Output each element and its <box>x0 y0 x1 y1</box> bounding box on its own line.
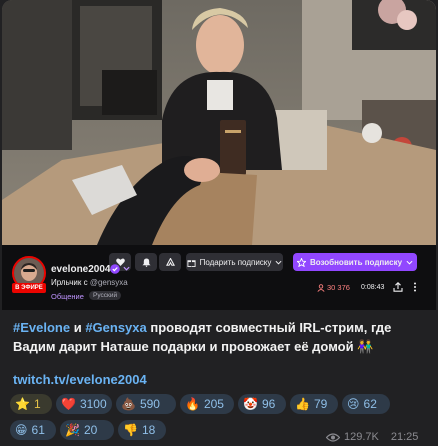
post-time: 21:25 <box>390 431 419 443</box>
post-meta: 129.7K 21:25 <box>326 431 418 443</box>
stream-preview-image[interactable]: Подарить подписку Возобновить подписку В… <box>2 0 436 310</box>
reaction-count: 3100 <box>79 397 107 411</box>
viewers-person-icon <box>317 283 325 292</box>
grin-reaction-icon: 😁 <box>15 423 28 437</box>
reaction-count: 590 <box>139 397 160 411</box>
reaction-clown[interactable]: 🤡 96 <box>238 394 286 414</box>
notifications-button[interactable] <box>135 253 157 271</box>
thumbs-down-reaction-icon: 👎 <box>123 423 138 437</box>
stream-tag[interactable]: Русский <box>89 291 122 300</box>
gift-toggle-button[interactable] <box>159 253 181 271</box>
fire-reaction-icon: 🔥 <box>185 397 200 411</box>
reaction-fire[interactable]: 🔥 205 <box>180 394 234 414</box>
heart-reaction-icon: ❤️ <box>61 397 76 411</box>
stream-title-handle[interactable]: @gensyxa <box>90 278 128 287</box>
twitch-prime-icon <box>165 257 175 266</box>
reaction-count: 18 <box>141 423 156 437</box>
poop-reaction-icon: 💩 <box>121 397 136 411</box>
stream-title-text: Ирльчик с <box>51 278 88 287</box>
reaction-thumbs-down[interactable]: 👎 18 <box>118 420 166 440</box>
hashtag-gensyxa[interactable]: #Gensyxa <box>85 320 146 335</box>
gift-subscription-label: Подарить подписку <box>199 257 272 267</box>
party-popper-reaction-icon: 🎉 <box>65 423 80 437</box>
resubscribe-label: Возобновить подписку <box>309 257 403 267</box>
reaction-party[interactable]: 🎉 20 <box>60 420 114 440</box>
reaction-heart[interactable]: ❤️ 3100 <box>56 394 112 414</box>
chevron-down-icon <box>275 260 282 265</box>
clown-reaction-icon: 🤡 <box>243 397 258 411</box>
reaction-count: 96 <box>261 397 276 411</box>
thumbs-up-reaction-icon: 👍 <box>295 397 310 411</box>
reaction-star[interactable]: ⭐ 1 <box>10 394 52 414</box>
chevron-down-icon[interactable] <box>123 266 130 271</box>
crying-reaction-icon: 😢 <box>347 397 360 411</box>
reaction-count: 1 <box>33 397 41 411</box>
viewer-count: 30 376 <box>317 283 350 292</box>
gift-icon <box>187 259 196 267</box>
post-text: #Evelone и #Gensyxa проводят совместный … <box>13 318 425 356</box>
bell-icon <box>141 257 151 267</box>
stream-category[interactable]: Общение <box>51 292 84 301</box>
star-reaction-icon: ⭐ <box>15 397 30 411</box>
star-icon <box>296 257 306 267</box>
live-badge: В ЭФИРЕ <box>12 283 46 293</box>
hashtag-evelone[interactable]: #Evelone <box>13 320 70 335</box>
reaction-thumbs-up[interactable]: 👍 79 <box>290 394 338 414</box>
gift-subscription-button[interactable]: Подарить подписку <box>186 253 283 271</box>
share-icon[interactable] <box>393 282 403 292</box>
more-options-icon[interactable] <box>410 282 420 292</box>
post-text-conjunction: и <box>70 320 86 335</box>
reaction-count: 205 <box>203 397 224 411</box>
stream-title: Ирльчик с @gensyxa <box>51 278 128 287</box>
reaction-count: 61 <box>31 423 45 437</box>
reaction-poop[interactable]: 💩 590 <box>116 394 176 414</box>
reaction-grin[interactable]: 😁 61 <box>10 420 56 440</box>
verified-badge-icon <box>110 264 120 274</box>
stream-uptime: 0:08:43 <box>361 284 385 291</box>
channel-name[interactable]: evelone2004 <box>51 264 111 275</box>
resubscribe-button[interactable]: Возобновить подписку <box>293 253 417 271</box>
stream-scene-illustration <box>2 0 436 245</box>
stream-video-frame <box>2 0 436 245</box>
channel-post: Подарить подписку Возобновить подписку В… <box>0 0 438 446</box>
chevron-down-icon <box>406 260 413 265</box>
reaction-count: 62 <box>363 397 377 411</box>
reaction-count: 20 <box>83 423 98 437</box>
channel-link[interactable]: twitch.tv/evelone2004 <box>13 372 147 387</box>
view-count: 129.7K <box>344 431 379 443</box>
reaction-crying[interactable]: 😢 62 <box>342 394 390 414</box>
viewer-count-value: 30 376 <box>327 283 350 292</box>
reaction-count: 79 <box>313 397 328 411</box>
eye-icon <box>326 432 340 442</box>
